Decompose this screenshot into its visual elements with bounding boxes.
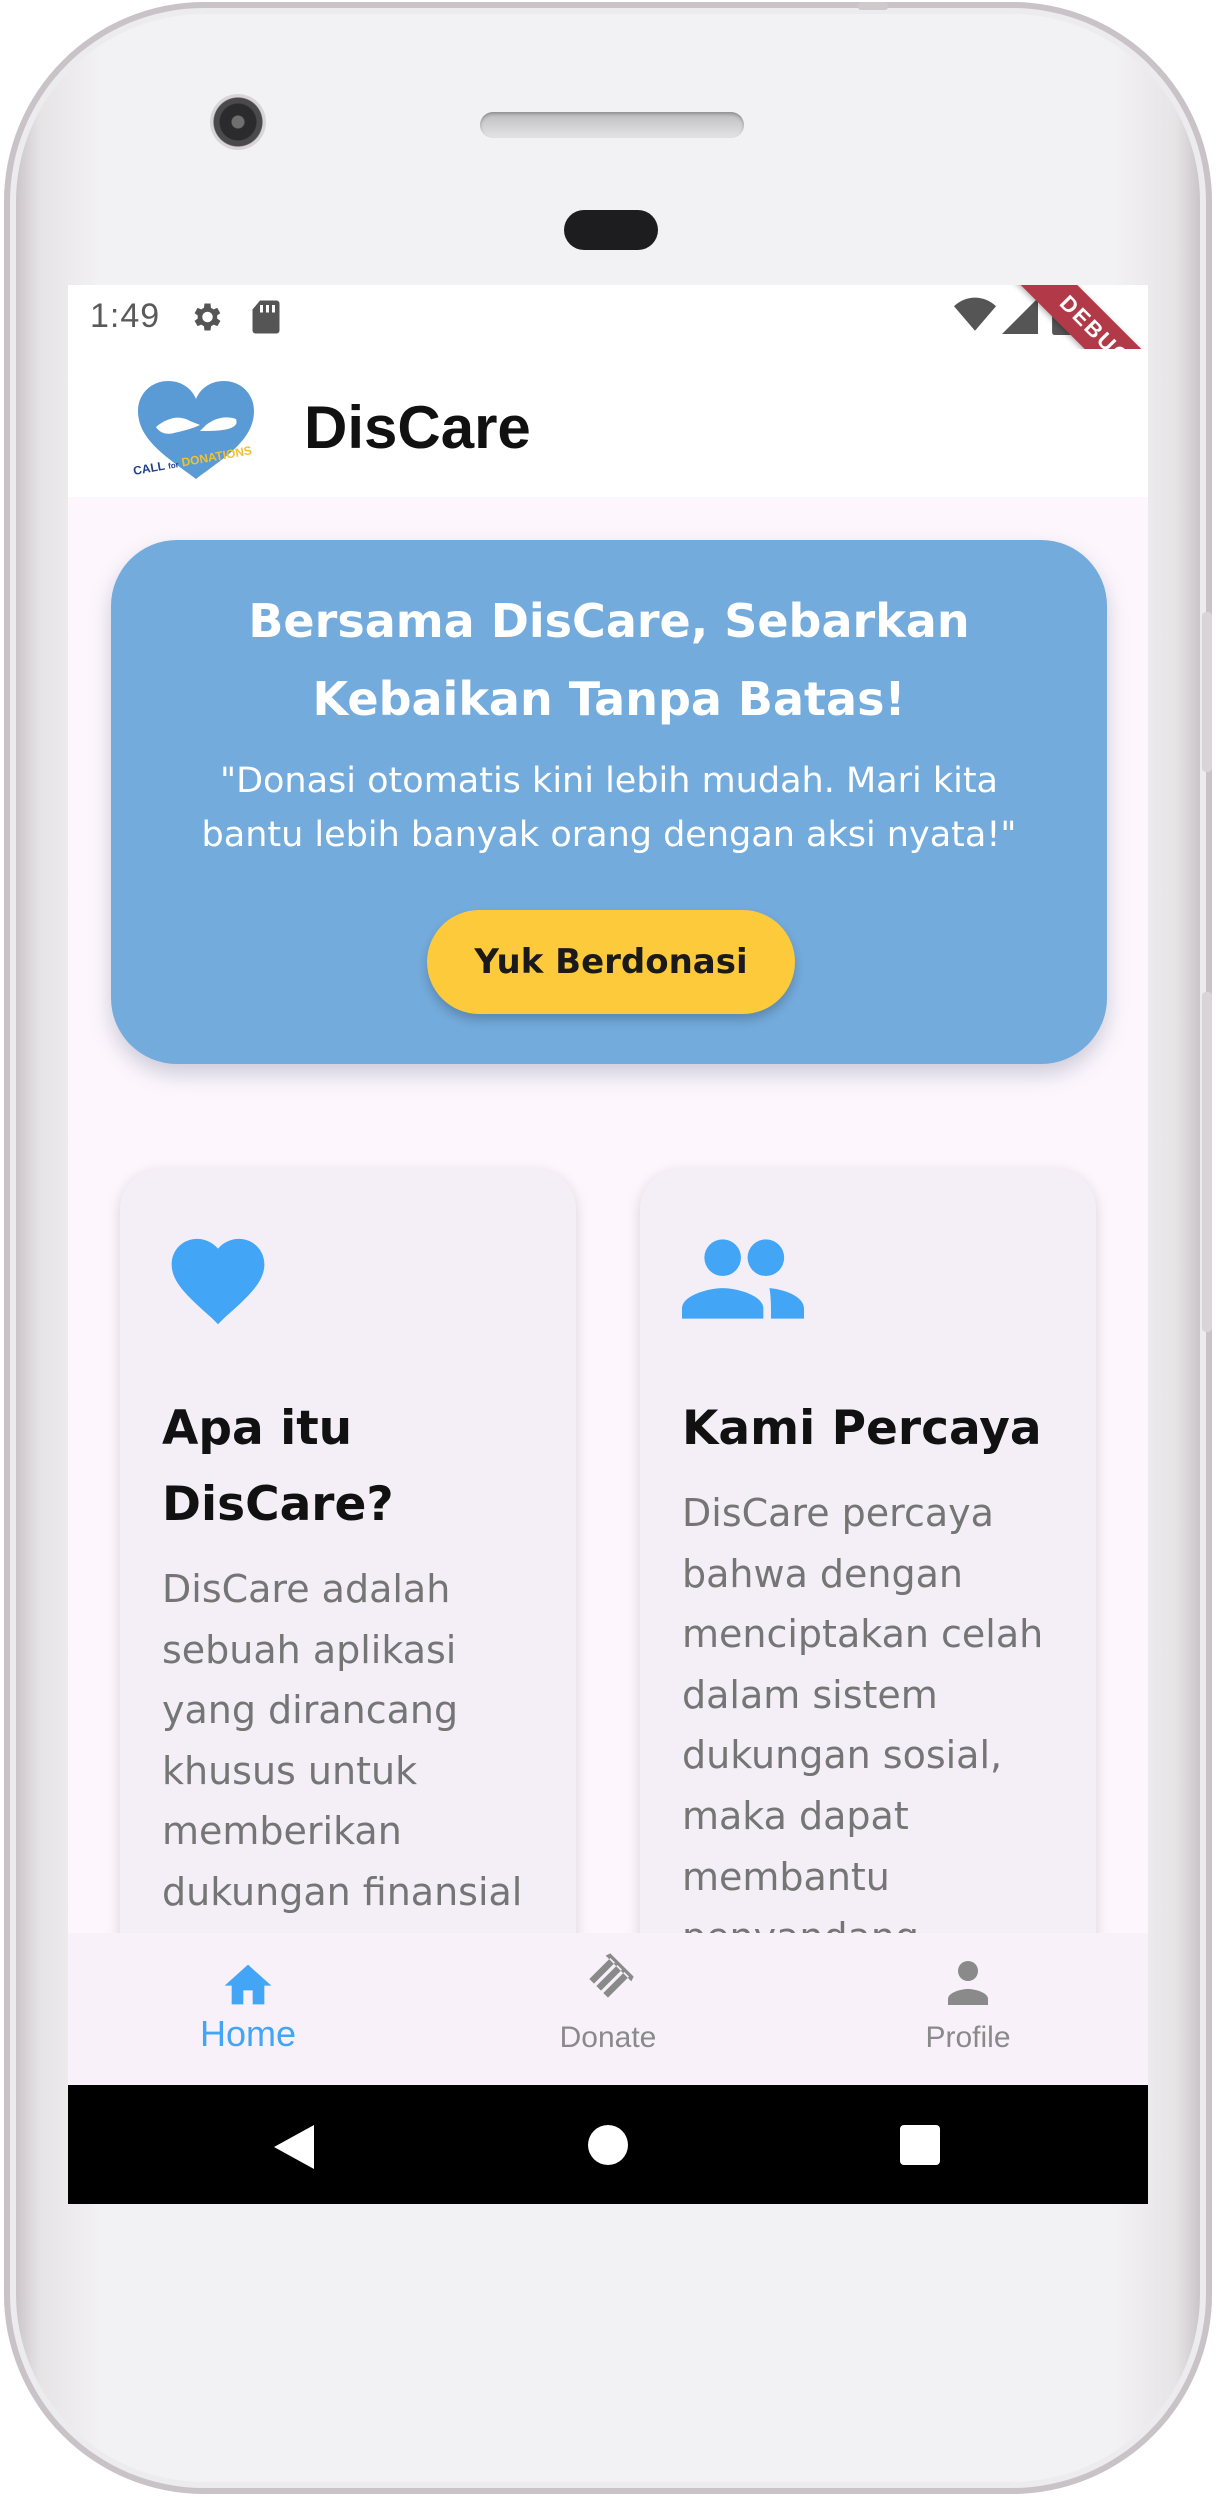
back-triangle-icon[interactable] — [274, 2125, 314, 2169]
wifi-icon — [954, 297, 996, 331]
card-body: DisCare percaya bahwa dengan menciptakan… — [682, 1491, 1044, 1933]
app-logo: CALL for DONATIONS — [132, 381, 254, 479]
sd-card-icon — [252, 300, 280, 334]
hero-title: Bersama DisCare, Sebarkan Kebaikan Tanpa… — [248, 594, 970, 726]
earpiece-speaker — [480, 112, 744, 138]
nav-label: Donate — [559, 2021, 657, 2054]
nav-donate[interactable]: Donate — [428, 1933, 788, 2085]
bottom-navigation: Home Donate Profile — [68, 1933, 1148, 2085]
proximity-sensor — [564, 210, 658, 250]
card-body: DisCare adalah sebuah aplikasi yang dira… — [162, 1567, 523, 1933]
nav-profile[interactable]: Profile — [788, 1933, 1148, 2085]
heart-icon — [171, 1238, 265, 1325]
home-icon — [224, 1964, 272, 2005]
info-card-belief: Kami Percaya DisCare percaya bahwa denga… — [640, 1169, 1096, 1933]
app-bar: CALL for DONATIONS DisCare — [68, 349, 1148, 497]
home-circle-icon[interactable] — [588, 2125, 628, 2165]
donate-now-button[interactable]: Yuk Berdonasi — [427, 910, 795, 1014]
volume-button — [1202, 612, 1212, 772]
home-content[interactable]: Bersama DisCare, Sebarkan Kebaikan Tanpa… — [68, 497, 1148, 1933]
nav-label: Home — [199, 2013, 297, 2054]
phone-screen: 1:49 DEBUG CALL for DONATIONS DisCare Be… — [68, 285, 1148, 2204]
cellular-signal-icon — [1002, 298, 1038, 334]
status-time: 1:49 — [90, 297, 161, 335]
recents-square-icon[interactable] — [900, 2125, 940, 2165]
app-title: DisCare — [304, 394, 531, 461]
phone-frame: 1:49 DEBUG CALL for DONATIONS DisCare Be… — [4, 2, 1212, 2494]
gear-icon — [194, 303, 221, 331]
card-title: Apa itu DisCare? — [162, 1401, 394, 1532]
card-title: Kami Percaya — [682, 1401, 1042, 1456]
power-button — [1202, 992, 1212, 1332]
hero-subtitle: "Donasi otomatis kini lebih mudah. Mari … — [201, 761, 1017, 855]
system-navigation-bar — [68, 2085, 1148, 2204]
handshake-icon — [589, 1953, 634, 1998]
nav-label: Profile — [925, 2021, 1011, 2054]
info-card-about: Apa itu DisCare? DisCare adalah sebuah a… — [120, 1169, 576, 1933]
person-icon — [948, 1961, 988, 2005]
top-button — [858, 2, 888, 10]
nav-home[interactable]: Home — [68, 1933, 428, 2085]
front-camera — [210, 94, 266, 150]
status-bar: 1:49 DEBUG — [68, 285, 1148, 427]
people-icon — [682, 1239, 804, 1319]
hero-banner: Bersama DisCare, Sebarkan Kebaikan Tanpa… — [111, 540, 1107, 1064]
